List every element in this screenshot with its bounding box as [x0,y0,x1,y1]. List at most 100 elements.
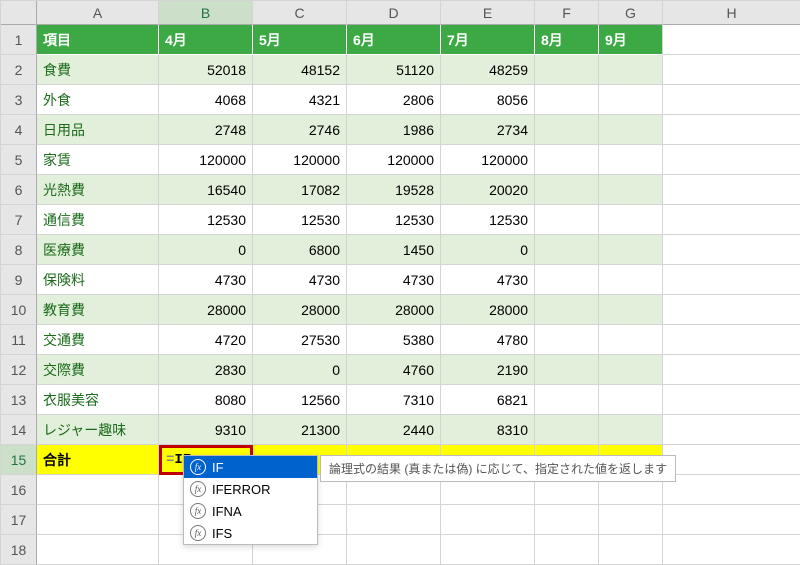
empty-cell[interactable] [37,535,159,565]
table-cell[interactable]: 2746 [253,115,347,145]
table-cell-item[interactable]: 通信費 [37,205,159,235]
row-header[interactable]: 18 [1,535,37,565]
table-cell[interactable] [535,55,599,85]
empty-cell[interactable] [663,235,800,265]
table-cell[interactable] [599,175,663,205]
table-header-month[interactable]: 4月 [159,25,253,55]
table-cell[interactable] [535,265,599,295]
table-cell-item[interactable]: 教育費 [37,295,159,325]
table-cell-item[interactable]: 外食 [37,85,159,115]
col-header-H[interactable]: H [663,1,800,25]
table-cell[interactable]: 4760 [347,355,441,385]
row-header[interactable]: 11 [1,325,37,355]
table-cell[interactable]: 4068 [159,85,253,115]
table-cell[interactable] [535,205,599,235]
col-header-F[interactable]: F [535,1,599,25]
row-header-1[interactable]: 1 [1,25,37,55]
table-cell[interactable] [535,145,599,175]
table-cell[interactable]: 120000 [253,145,347,175]
table-cell[interactable]: 4730 [253,265,347,295]
table-cell[interactable] [599,265,663,295]
empty-cell[interactable] [663,445,800,475]
table-cell[interactable] [535,115,599,145]
table-header-month[interactable]: 5月 [253,25,347,55]
table-cell[interactable]: 0 [253,355,347,385]
empty-cell[interactable] [663,25,800,55]
col-header-C[interactable]: C [253,1,347,25]
table-cell[interactable] [599,415,663,445]
table-cell[interactable]: 120000 [159,145,253,175]
table-cell[interactable]: 9310 [159,415,253,445]
table-cell[interactable] [599,355,663,385]
table-cell[interactable]: 12530 [441,205,535,235]
table-cell-item[interactable]: 食費 [37,55,159,85]
empty-cell[interactable] [663,325,800,355]
table-header-month[interactable]: 6月 [347,25,441,55]
empty-cell[interactable] [663,115,800,145]
table-cell[interactable] [535,85,599,115]
row-header[interactable]: 3 [1,85,37,115]
table-cell[interactable] [535,355,599,385]
table-cell[interactable]: 16540 [159,175,253,205]
row-header[interactable]: 10 [1,295,37,325]
empty-cell[interactable] [599,535,663,565]
empty-cell[interactable] [663,85,800,115]
table-cell[interactable]: 0 [159,235,253,265]
table-cell[interactable]: 1986 [347,115,441,145]
table-cell[interactable]: 21300 [253,415,347,445]
empty-cell[interactable] [535,535,599,565]
autocomplete-item-if[interactable]: fx IF [184,456,317,478]
table-cell-item[interactable]: 家賃 [37,145,159,175]
table-cell[interactable]: 2190 [441,355,535,385]
table-cell[interactable] [599,235,663,265]
table-cell[interactable]: 1450 [347,235,441,265]
table-cell[interactable] [599,55,663,85]
table-cell[interactable]: 28000 [253,295,347,325]
table-cell[interactable]: 12560 [253,385,347,415]
table-cell[interactable] [535,385,599,415]
empty-cell[interactable] [663,265,800,295]
table-cell[interactable] [599,295,663,325]
table-header-month[interactable]: 7月 [441,25,535,55]
empty-cell[interactable] [37,505,159,535]
row-header[interactable]: 17 [1,505,37,535]
table-header-month[interactable]: 8月 [535,25,599,55]
col-header-B[interactable]: B [159,1,253,25]
table-cell-item[interactable]: 交際費 [37,355,159,385]
row-header[interactable]: 16 [1,475,37,505]
autocomplete-item-ifs[interactable]: fx IFS [184,522,317,544]
table-cell[interactable]: 2440 [347,415,441,445]
table-cell[interactable] [535,175,599,205]
table-cell[interactable]: 4780 [441,325,535,355]
table-cell[interactable]: 5380 [347,325,441,355]
row-header[interactable]: 12 [1,355,37,385]
row-header[interactable]: 13 [1,385,37,415]
empty-cell[interactable] [347,505,441,535]
table-cell-item[interactable]: 衣服美容 [37,385,159,415]
table-cell[interactable]: 7310 [347,385,441,415]
table-cell[interactable] [535,295,599,325]
table-cell[interactable] [535,325,599,355]
empty-cell[interactable] [347,535,441,565]
table-cell-item[interactable]: レジャー趣味 [37,415,159,445]
formula-autocomplete[interactable]: fx IF fx IFERROR fx IFNA fx IFS [183,455,318,545]
table-header-item[interactable]: 項目 [37,25,159,55]
table-cell[interactable]: 52018 [159,55,253,85]
row-header[interactable]: 5 [1,145,37,175]
table-cell[interactable]: 2748 [159,115,253,145]
table-cell[interactable] [599,385,663,415]
selectall-corner[interactable] [1,1,37,25]
table-cell[interactable]: 4730 [441,265,535,295]
table-cell[interactable]: 4720 [159,325,253,355]
empty-cell[interactable] [663,415,800,445]
autocomplete-item-iferror[interactable]: fx IFERROR [184,478,317,500]
table-cell[interactable]: 2806 [347,85,441,115]
table-cell[interactable] [599,325,663,355]
empty-cell[interactable] [663,295,800,325]
table-cell[interactable]: 48259 [441,55,535,85]
table-cell[interactable]: 27530 [253,325,347,355]
table-cell[interactable]: 28000 [441,295,535,325]
table-cell[interactable]: 4730 [159,265,253,295]
table-cell[interactable]: 0 [441,235,535,265]
empty-cell[interactable] [663,355,800,385]
